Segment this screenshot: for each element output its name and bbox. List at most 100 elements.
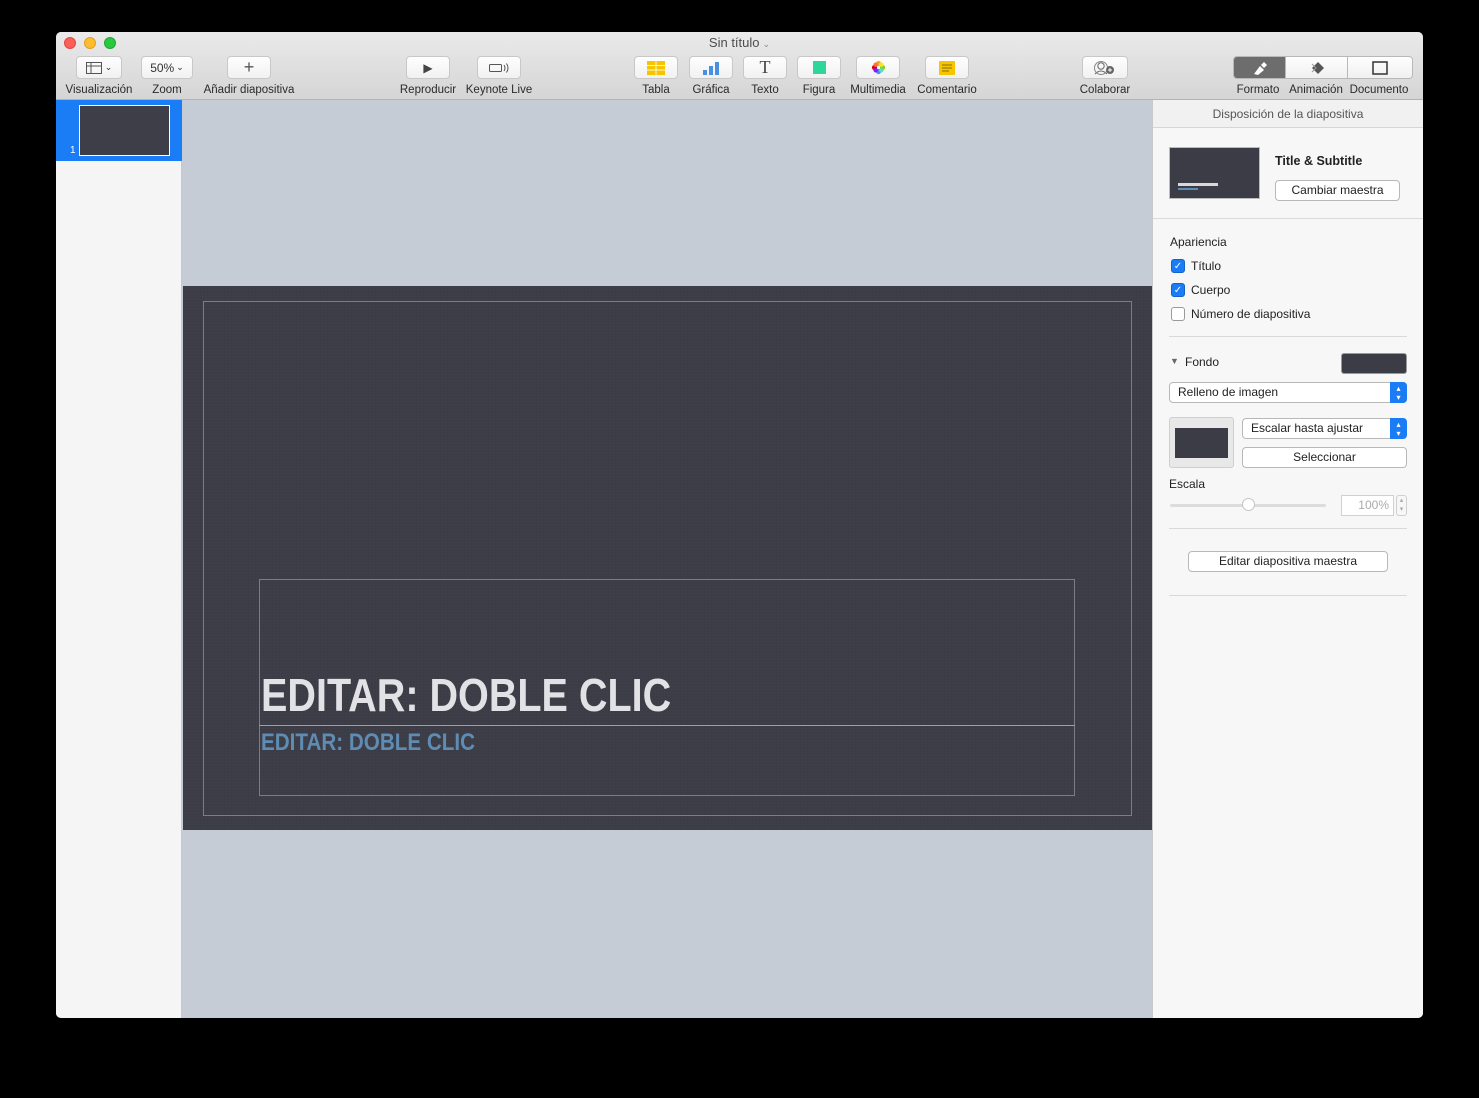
collaborate-button[interactable] bbox=[1082, 56, 1128, 79]
master-thumb-subtitle-line bbox=[1178, 188, 1198, 190]
chevron-down-icon: ⌄ bbox=[104, 62, 113, 72]
divider bbox=[1169, 528, 1407, 529]
inspector-segmented-control bbox=[1233, 56, 1413, 79]
slide-number: 1 bbox=[70, 145, 76, 156]
zoom-label: Zoom bbox=[152, 84, 182, 96]
slide-subtitle-text[interactable]: EDITAR: DOBLE CLIC bbox=[261, 729, 475, 757]
title-checkbox-row[interactable]: ✓ Título bbox=[1171, 254, 1310, 278]
background-heading: Fondo bbox=[1185, 355, 1220, 369]
master-thumb-title-line bbox=[1178, 183, 1218, 186]
scale-stepper[interactable]: ▴ ▾ bbox=[1396, 495, 1407, 516]
master-thumbnail[interactable] bbox=[1169, 147, 1260, 199]
keynote-live-tool[interactable] bbox=[477, 56, 521, 79]
master-name: Title & Subtitle bbox=[1275, 154, 1363, 168]
window-title-text: Sin título bbox=[708, 35, 760, 50]
plus-icon: + bbox=[243, 57, 255, 77]
media-tool[interactable] bbox=[856, 56, 900, 79]
slide[interactable]: EDITAR: DOBLE CLIC EDITAR: DOBLE CLIC bbox=[183, 286, 1152, 830]
zoom-menu[interactable]: 50% ⌄ bbox=[141, 56, 193, 79]
title-checkbox-label: Título bbox=[1191, 259, 1222, 273]
chart-button[interactable] bbox=[689, 56, 733, 79]
fill-type-popup[interactable]: Relleno de imagen ▴ ▾ bbox=[1169, 382, 1407, 403]
scale-field[interactable]: 100% bbox=[1341, 495, 1394, 516]
background-image-preview bbox=[1175, 428, 1228, 458]
comment-button[interactable] bbox=[925, 56, 969, 79]
play-button[interactable]: ▶ bbox=[406, 56, 450, 79]
change-master-button[interactable]: Cambiar maestra bbox=[1275, 180, 1400, 201]
text-icon: T bbox=[759, 57, 771, 77]
table-icon bbox=[647, 60, 665, 75]
appearance-checkboxes: ✓ Título ✓ Cuerpo Número de diapositiva bbox=[1171, 254, 1310, 326]
toolbar: Sin título ⌄ ⌄ Visualización 50% ⌄ Zoom + … bbox=[56, 32, 1423, 100]
format-tab[interactable] bbox=[1234, 57, 1285, 78]
scale-mode-value: Escalar hasta ajustar bbox=[1251, 421, 1364, 435]
comment-note-icon bbox=[939, 60, 955, 75]
animate-label: Animación bbox=[1289, 84, 1343, 96]
chart-tool[interactable] bbox=[689, 56, 733, 79]
title-checkbox[interactable]: ✓ bbox=[1171, 259, 1185, 273]
play-tool[interactable]: ▶ bbox=[406, 56, 450, 79]
collaborate-tool[interactable] bbox=[1082, 56, 1128, 79]
image-well[interactable] bbox=[1169, 417, 1234, 468]
add-slide-tool[interactable]: + bbox=[227, 56, 271, 79]
add-person-icon bbox=[1094, 60, 1114, 75]
format-inspector: Disposición de la diapositiva Title & Su… bbox=[1152, 100, 1423, 1018]
broadcast-icon bbox=[489, 62, 509, 73]
shape-tool[interactable] bbox=[797, 56, 841, 79]
view-menu[interactable]: ⌄ bbox=[76, 56, 122, 79]
document-tab[interactable] bbox=[1347, 57, 1412, 78]
bar-chart-icon bbox=[703, 61, 719, 75]
document-icon bbox=[1372, 60, 1388, 75]
edit-master-slide-button[interactable]: Editar diapositiva maestra bbox=[1188, 551, 1388, 572]
view-label: Visualización bbox=[65, 84, 133, 96]
table-tool[interactable] bbox=[634, 56, 678, 79]
table-label: Tabla bbox=[642, 84, 670, 96]
slide-number-checkbox-label: Número de diapositiva bbox=[1191, 307, 1311, 321]
chevron-down-icon: ⌄ bbox=[762, 39, 771, 49]
paintbrush-icon bbox=[1253, 61, 1267, 75]
scale-mode-popup[interactable]: Escalar hasta ajustar ▴ ▾ bbox=[1242, 418, 1407, 439]
choose-image-button[interactable]: Seleccionar bbox=[1242, 447, 1407, 468]
collaborate-label: Colaborar bbox=[1079, 84, 1131, 96]
square-shape-icon bbox=[812, 61, 826, 74]
inspector-tabs bbox=[1233, 56, 1413, 79]
divider bbox=[1153, 218, 1423, 219]
keynote-live-button[interactable] bbox=[477, 56, 521, 79]
divider bbox=[1169, 595, 1407, 596]
slide-number-checkbox-row[interactable]: Número de diapositiva bbox=[1171, 302, 1310, 326]
format-label: Formato bbox=[1236, 84, 1280, 96]
zoom-value: 50% bbox=[150, 60, 175, 75]
text-button[interactable]: T bbox=[743, 56, 787, 79]
sidebar-layout-icon bbox=[85, 61, 102, 74]
slide-number-checkbox[interactable] bbox=[1171, 307, 1185, 321]
inspector-header: Disposición de la diapositiva bbox=[1153, 100, 1423, 128]
scale-slider-knob[interactable] bbox=[1241, 498, 1255, 511]
diamond-animate-icon bbox=[1311, 61, 1324, 74]
text-tool[interactable]: T bbox=[743, 56, 787, 79]
body-checkbox-row[interactable]: ✓ Cuerpo bbox=[1171, 278, 1310, 302]
animate-tab[interactable] bbox=[1285, 57, 1347, 78]
chevron-down-icon: ⌄ bbox=[176, 62, 184, 72]
zoom-popup[interactable]: 50% ⌄ bbox=[141, 56, 193, 79]
up-down-arrows-icon: ▴ ▾ bbox=[1390, 382, 1407, 403]
slide-thumbnail-row[interactable]: 1 bbox=[56, 100, 182, 161]
media-button[interactable] bbox=[856, 56, 900, 79]
comment-tool[interactable] bbox=[925, 56, 969, 79]
fill-type-value: Relleno de imagen bbox=[1178, 385, 1279, 399]
table-button[interactable] bbox=[634, 56, 678, 79]
shape-button[interactable] bbox=[797, 56, 841, 79]
keynote-window: Sin título ⌄ ⌄ Visualización 50% ⌄ Zoom + … bbox=[56, 32, 1423, 1018]
body-checkbox[interactable]: ✓ bbox=[1171, 283, 1185, 297]
slide-title-text[interactable]: EDITAR: DOBLE CLIC bbox=[261, 668, 671, 722]
slide-thumbnail[interactable] bbox=[79, 105, 170, 156]
disclosure-triangle-icon[interactable]: ▼ bbox=[1170, 356, 1179, 366]
background-color-well[interactable] bbox=[1341, 353, 1407, 374]
appearance-heading: Apariencia bbox=[1170, 235, 1227, 249]
window-title[interactable]: Sin título ⌄ bbox=[56, 35, 1423, 50]
view-button[interactable]: ⌄ bbox=[76, 56, 122, 79]
media-label: Multimedia bbox=[850, 84, 906, 96]
scale-heading: Escala bbox=[1169, 477, 1206, 491]
slide-navigator: 1 bbox=[56, 100, 182, 1018]
keynote-live-label: Keynote Live bbox=[465, 84, 533, 96]
add-slide-button[interactable]: + bbox=[227, 56, 271, 79]
